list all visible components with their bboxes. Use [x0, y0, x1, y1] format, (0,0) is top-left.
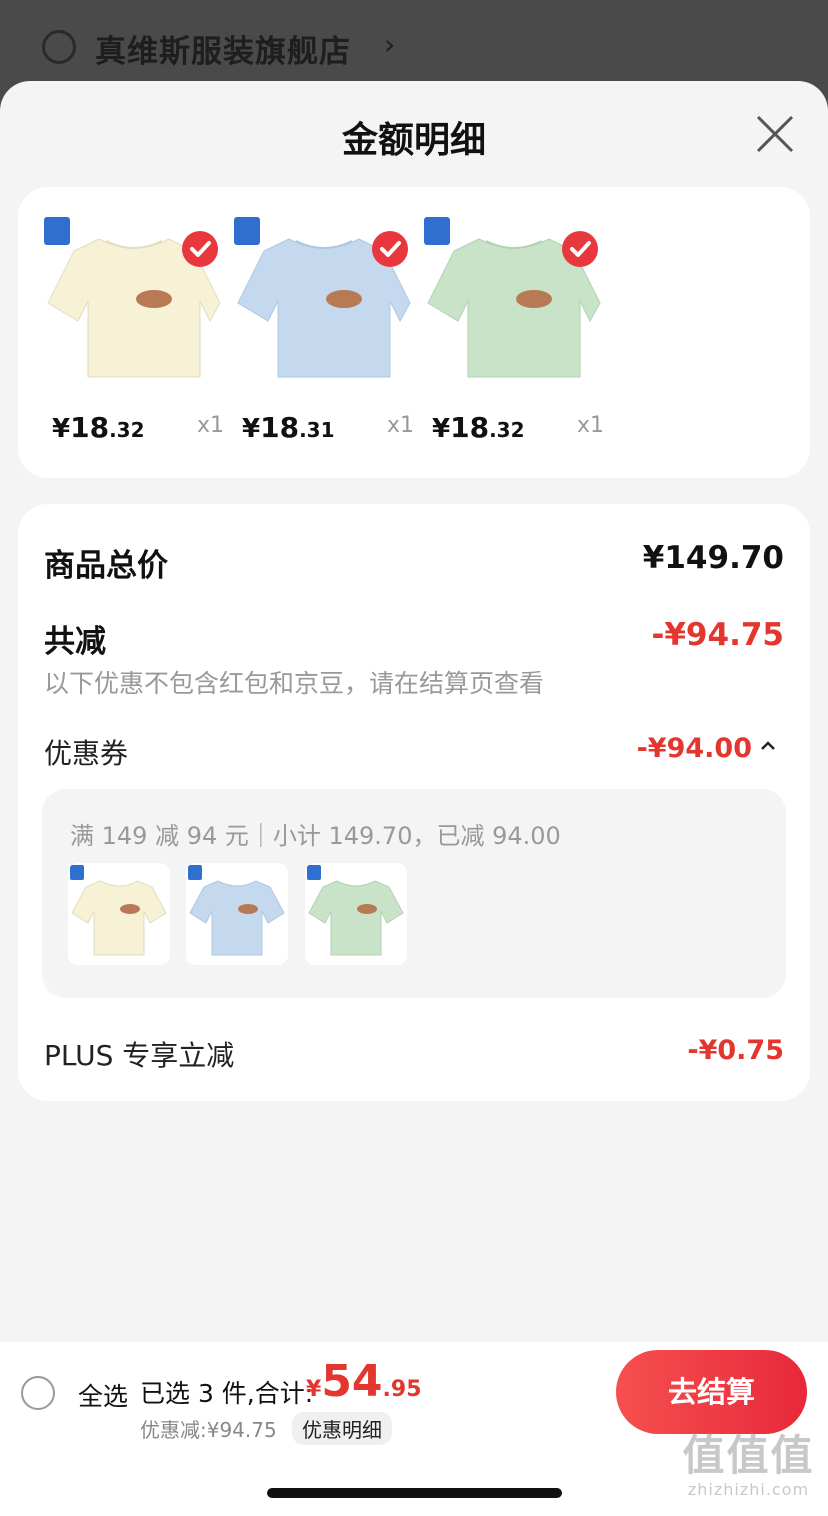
product-price: ¥18.32: [52, 411, 145, 444]
brand-logo: [44, 217, 70, 245]
product-thumbnail: [186, 863, 288, 965]
product-item[interactable]: ¥18.31 x1: [234, 217, 414, 447]
selected-summary: 已选 3 件,合计:: [140, 1379, 314, 1408]
amount-detail-sheet: 金额明细 ¥18.32 x1 ¥18.31 x1 ¥18.32 x1 商品总价 …: [0, 81, 828, 1516]
total-reduction-value: -¥94.75: [651, 617, 785, 653]
total-amount: ¥54.95: [306, 1356, 422, 1407]
watermark: 值值值 zhizhizhi.com: [682, 1431, 815, 1500]
discount-amount: 优惠减:¥94.75: [140, 1418, 277, 1442]
plus-discount-value: -¥0.75: [687, 1035, 784, 1066]
product-price: ¥18.32: [432, 411, 525, 444]
selected-products-card: ¥18.32 x1 ¥18.31 x1 ¥18.32 x1: [18, 187, 810, 478]
discount-detail-link[interactable]: 优惠明细: [292, 1412, 392, 1445]
store-select-radio[interactable]: [42, 30, 76, 64]
home-indicator[interactable]: [267, 1488, 562, 1498]
brand-logo: [424, 217, 450, 245]
chevron-up-icon[interactable]: [758, 736, 778, 756]
product-quantity: x1: [386, 413, 414, 438]
product-item[interactable]: ¥18.32 x1: [44, 217, 224, 447]
total-price-value: ¥149.70: [642, 540, 784, 576]
coupon-description: 满 149 减 94 元｜小计 149.70，已减 94.00: [70, 822, 561, 850]
brand-logo: [234, 217, 260, 245]
chevron-right-icon[interactable]: ›: [384, 28, 395, 61]
store-name[interactable]: 真维斯服装旗舰店: [95, 26, 351, 71]
total-reduction-label: 共减: [44, 624, 106, 660]
select-all-label[interactable]: 全选: [78, 1377, 128, 1413]
checked-icon[interactable]: [182, 231, 218, 267]
select-all-radio[interactable]: [21, 1376, 55, 1410]
checked-icon[interactable]: [372, 231, 408, 267]
product-quantity: x1: [196, 413, 224, 438]
checkout-button[interactable]: 去结算: [616, 1350, 807, 1434]
product-quantity: x1: [576, 413, 604, 438]
coupon-label[interactable]: 优惠券: [44, 732, 128, 772]
total-price-label: 商品总价: [44, 548, 168, 584]
product-price: ¥18.31: [242, 411, 335, 444]
plus-discount-label: PLUS 专享立减: [44, 1039, 235, 1072]
coupon-detail-box: 满 149 减 94 元｜小计 149.70，已减 94.00: [42, 789, 786, 998]
price-breakdown-card: 商品总价 ¥149.70 共减 -¥94.75 以下优惠不包含红包和京豆，请在结…: [18, 504, 810, 1101]
close-icon[interactable]: [752, 111, 798, 157]
sheet-title: 金额明细: [341, 120, 486, 161]
checked-icon[interactable]: [562, 231, 598, 267]
discount-note: 以下优惠不包含红包和京豆，请在结算页查看: [44, 669, 545, 698]
product-item[interactable]: ¥18.32 x1: [424, 217, 604, 447]
checkout-bar: 全选 已选 3 件,合计: ¥54.95 优惠减:¥94.75 优惠明细 去结算…: [0, 1342, 828, 1516]
product-thumbnail: [305, 863, 407, 965]
coupon-value[interactable]: -¥94.00: [637, 733, 752, 764]
product-thumbnail: [68, 863, 170, 965]
